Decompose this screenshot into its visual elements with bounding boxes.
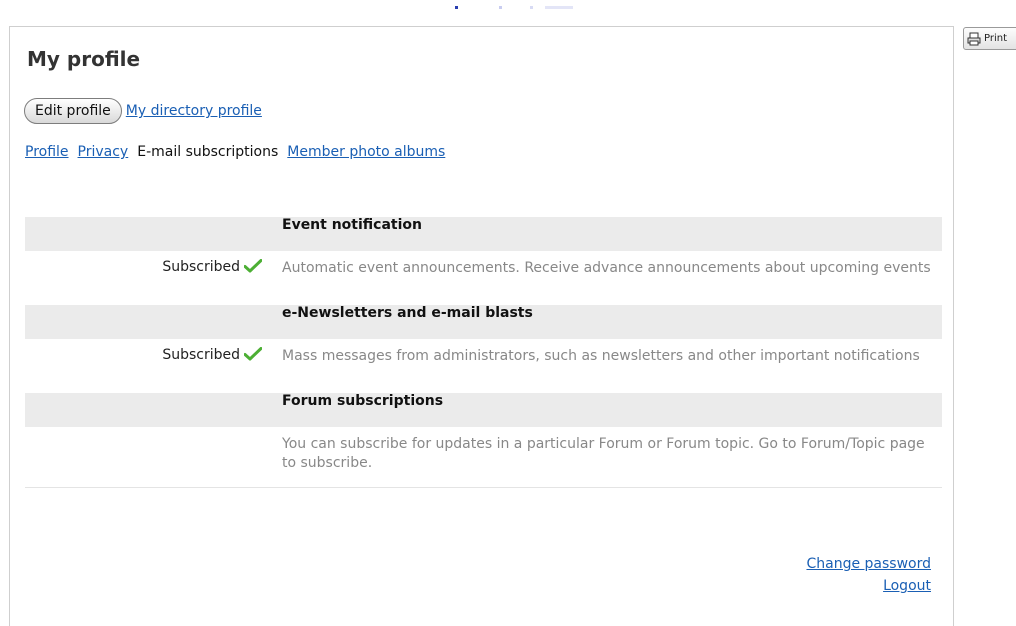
subscribed-label: Subscribed xyxy=(162,347,240,363)
account-links: Change password Logout xyxy=(806,553,931,597)
tab-privacy[interactable]: Privacy xyxy=(78,144,129,160)
tab-email-subscriptions: E-mail subscriptions xyxy=(137,144,279,160)
subscription-header-row: Event notification xyxy=(25,217,942,251)
checkmark-icon xyxy=(244,347,262,361)
print-label: Print xyxy=(984,33,1008,44)
subscription-status: Subscribed xyxy=(25,251,280,305)
top-loading-dots xyxy=(455,6,585,10)
logout-link[interactable]: Logout xyxy=(806,575,931,597)
subscription-heading: Forum subscriptions xyxy=(280,393,942,427)
subscription-row: Subscribed Automatic event announcements… xyxy=(25,251,942,305)
subscriptions-table: Event notification Subscribed Automatic … xyxy=(25,217,942,488)
profile-actions: Edit profile My directory profile xyxy=(24,98,262,124)
checkmark-icon xyxy=(244,259,262,273)
subscription-row: Subscribed Mass messages from administra… xyxy=(25,339,942,393)
subscription-header-row: Forum subscriptions xyxy=(25,393,942,427)
subscription-header-row: e-Newsletters and e-mail blasts xyxy=(25,305,942,339)
subscription-status: Subscribed xyxy=(25,339,280,393)
subscription-description: Automatic event announcements. Receive a… xyxy=(282,260,931,276)
my-directory-profile-link[interactable]: My directory profile xyxy=(126,103,262,119)
page-title: My profile xyxy=(27,47,141,71)
edit-profile-button[interactable]: Edit profile xyxy=(24,98,122,124)
printer-icon xyxy=(967,32,981,45)
subscribed-label: Subscribed xyxy=(162,259,240,275)
change-password-link[interactable]: Change password xyxy=(806,553,931,575)
print-button[interactable]: Print xyxy=(963,27,1016,50)
subscription-heading: e-Newsletters and e-mail blasts xyxy=(280,305,942,339)
subscription-heading: Event notification xyxy=(280,217,942,251)
subscription-row: You can subscribe for updates in a parti… xyxy=(25,427,942,488)
subscription-description: You can subscribe for updates in a parti… xyxy=(280,427,942,488)
subscription-status xyxy=(25,427,280,488)
tab-profile[interactable]: Profile xyxy=(25,144,69,160)
profile-panel: My profile Edit profile My directory pro… xyxy=(9,26,954,626)
tab-member-photo-albums[interactable]: Member photo albums xyxy=(287,144,445,160)
profile-tabs: Profile Privacy E-mail subscriptions Mem… xyxy=(25,144,445,160)
subscription-description: Mass messages from administrators, such … xyxy=(282,348,920,364)
